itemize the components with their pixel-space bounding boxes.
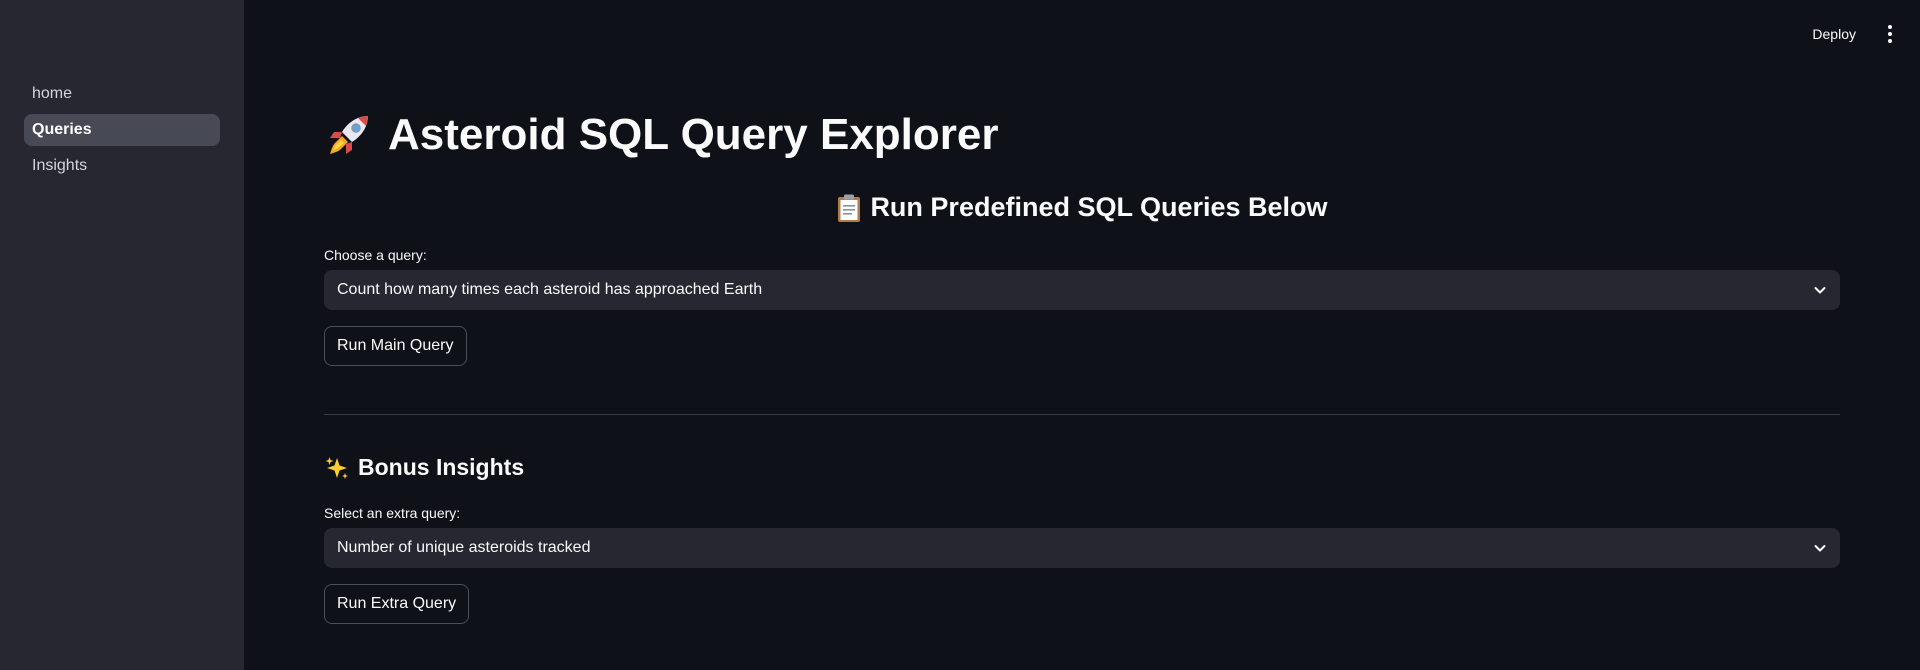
page-title: Asteroid SQL Query Explorer bbox=[324, 110, 998, 160]
extra-select-value: Number of unique asteroids tracked bbox=[337, 539, 591, 556]
run-extra-query-button[interactable]: Run Extra Query bbox=[324, 584, 470, 624]
kebab-menu-icon[interactable] bbox=[1880, 22, 1900, 46]
bonus-heading-text: Bonus Insights bbox=[358, 454, 525, 480]
query-select[interactable]: Count how many times each asteroid has a… bbox=[324, 270, 1840, 310]
sidebar-item-home[interactable]: home bbox=[24, 78, 220, 110]
query-select-label: Choose a query: bbox=[324, 247, 427, 263]
clipboard-icon bbox=[838, 194, 861, 222]
extra-select-label: Select an extra query: bbox=[324, 505, 461, 521]
query-select-value: Count how many times each asteroid has a… bbox=[337, 281, 763, 298]
sidebar: home Queries Insights bbox=[0, 0, 244, 670]
sidebar-item-label: Insights bbox=[32, 157, 88, 174]
sidebar-item-label: home bbox=[32, 85, 73, 102]
extra-query-select[interactable]: Number of unique asteroids tracked bbox=[324, 528, 1840, 568]
deploy-button[interactable]: Deploy bbox=[1802, 20, 1866, 48]
sidebar-item-label: Queries bbox=[32, 121, 92, 138]
page-title-text: Asteroid SQL Query Explorer bbox=[388, 110, 999, 159]
chevron-down-icon bbox=[1814, 545, 1826, 552]
sidebar-nav: home Queries Insights bbox=[24, 78, 220, 186]
bonus-heading: Bonus Insights bbox=[324, 454, 524, 481]
section-subtitle-text: Run Predefined SQL Queries Below bbox=[870, 192, 1328, 222]
section-divider bbox=[324, 414, 1840, 415]
sparkles-icon bbox=[325, 456, 348, 479]
sidebar-item-insights[interactable]: Insights bbox=[24, 150, 220, 182]
header-toolbar: Deploy bbox=[1802, 20, 1900, 48]
section-subtitle: Run Predefined SQL Queries Below bbox=[324, 192, 1840, 223]
sidebar-item-queries[interactable]: Queries bbox=[24, 114, 220, 146]
chevron-down-icon bbox=[1814, 287, 1826, 294]
run-main-query-button[interactable]: Run Main Query bbox=[324, 326, 467, 366]
rocket-icon bbox=[330, 116, 368, 154]
